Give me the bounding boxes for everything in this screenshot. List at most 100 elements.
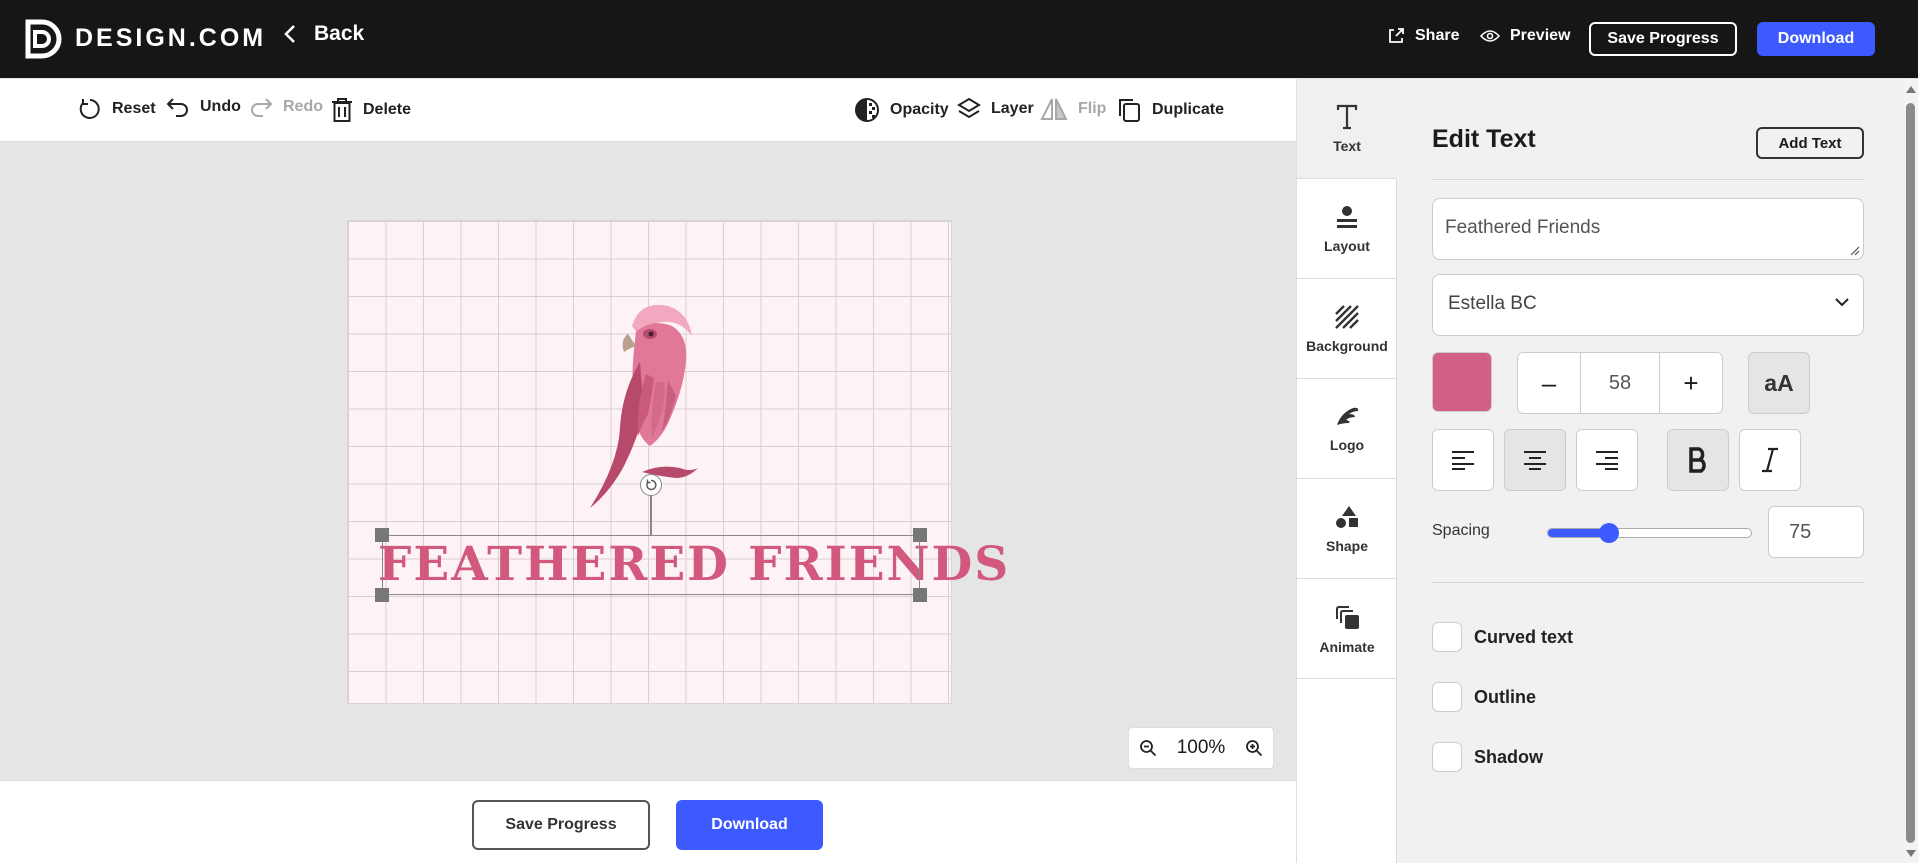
tab-background-label: Background <box>1306 337 1388 354</box>
spacing-label: Spacing <box>1432 522 1490 539</box>
text-case-button[interactable]: aA <box>1748 352 1810 414</box>
text-content-input[interactable]: Feathered Friends <box>1432 198 1864 260</box>
download-button-top[interactable]: Download <box>1757 22 1875 56</box>
undo-button[interactable]: Undo <box>166 97 241 117</box>
undo-label: Undo <box>200 98 241 115</box>
font-size-value[interactable]: 58 <box>1580 353 1660 413</box>
resize-handle-bottom-right[interactable] <box>913 588 927 602</box>
save-progress-button-top[interactable]: Save Progress <box>1589 22 1737 56</box>
redo-button[interactable]: Redo <box>249 97 323 117</box>
italic-icon <box>1762 447 1778 473</box>
scroll-up-arrow[interactable] <box>1906 86 1916 93</box>
artboard[interactable]: FEATHERED FRIENDS <box>347 220 1008 704</box>
side-tabs: Text Layout Background Logo Shape Animat… <box>1296 79 1397 863</box>
download-button[interactable]: Download <box>676 800 823 850</box>
back-button[interactable]: Back <box>284 22 364 46</box>
shadow-option[interactable]: Shadow <box>1432 742 1543 772</box>
tab-shape[interactable]: Shape <box>1297 479 1397 579</box>
share-label: Share <box>1415 27 1460 44</box>
eye-icon <box>1480 30 1500 42</box>
zoom-control: 100% <box>1128 727 1274 769</box>
design-com-logo[interactable] <box>24 18 62 60</box>
selection-box <box>382 535 920 595</box>
scrollbar-thumb[interactable] <box>1906 103 1915 843</box>
zoom-in-icon[interactable] <box>1245 739 1263 757</box>
align-center-button[interactable] <box>1504 429 1566 491</box>
tab-text-label: Text <box>1333 137 1361 154</box>
curved-text-checkbox[interactable] <box>1432 622 1462 652</box>
share-icon <box>1389 28 1404 43</box>
resize-handle-top-left[interactable] <box>375 528 389 542</box>
resize-handle-top-right[interactable] <box>913 528 927 542</box>
logo-icon <box>1337 407 1359 425</box>
outline-checkbox[interactable] <box>1432 682 1462 712</box>
layers-icon <box>957 97 981 119</box>
add-text-button[interactable]: Add Text <box>1756 127 1864 159</box>
resize-grip-icon[interactable] <box>1850 246 1860 256</box>
chevron-left-icon <box>284 25 295 43</box>
animate-icon <box>1336 605 1359 629</box>
align-right-button[interactable] <box>1576 429 1638 491</box>
preview-button[interactable]: Preview <box>1480 27 1570 45</box>
divider <box>1432 582 1864 583</box>
trash-icon <box>332 98 352 122</box>
font-family-select[interactable]: Estella BC <box>1432 274 1864 336</box>
background-icon <box>1335 304 1359 329</box>
duplicate-icon <box>1119 99 1140 122</box>
flip-button[interactable]: Flip <box>1040 97 1106 121</box>
back-label: Back <box>314 22 365 45</box>
opacity-label: Opacity <box>890 101 949 118</box>
share-button[interactable]: Share <box>1387 27 1459 45</box>
rotate-handle[interactable] <box>640 474 662 496</box>
canvas-area: FEATHERED FRIENDS 100% <box>0 143 1296 779</box>
bold-button[interactable] <box>1667 429 1729 491</box>
italic-button[interactable] <box>1739 429 1801 491</box>
tab-logo-label: Logo <box>1329 436 1365 453</box>
curved-text-label: Curved text <box>1474 626 1574 647</box>
layout-icon <box>1337 205 1357 228</box>
delete-button[interactable]: Delete <box>331 97 411 123</box>
reset-label: Reset <box>112 100 156 117</box>
edit-toolbar: Reset Undo Redo Delete Opacity Layer Fli… <box>0 79 1296 142</box>
tab-layout[interactable]: Layout <box>1297 179 1397 279</box>
spacing-slider[interactable] <box>1547 523 1752 543</box>
font-family-value: Estella BC <box>1448 293 1537 314</box>
outline-option[interactable]: Outline <box>1432 682 1536 712</box>
spacing-slider-knob[interactable] <box>1598 523 1619 543</box>
tab-text[interactable]: Text <box>1297 79 1397 179</box>
resize-handle-bottom-left[interactable] <box>375 588 389 602</box>
redo-label: Redo <box>283 98 323 115</box>
reset-button[interactable]: Reset <box>78 97 156 121</box>
curved-text-option[interactable]: Curved text <box>1432 622 1573 652</box>
layer-label: Layer <box>991 100 1034 117</box>
divider <box>1432 179 1864 180</box>
rotate-icon <box>646 479 657 491</box>
decrease-size-button[interactable]: – <box>1518 353 1580 413</box>
layer-button[interactable]: Layer <box>957 97 1034 121</box>
text-icon <box>1336 104 1358 129</box>
edit-text-panel: Edit Text Add Text Feathered Friends Est… <box>1397 79 1903 863</box>
outline-label: Outline <box>1474 686 1536 707</box>
panel-scrollbar[interactable] <box>1903 79 1918 863</box>
tab-animate[interactable]: Animate <box>1297 579 1397 679</box>
tab-logo[interactable]: Logo <box>1297 379 1397 479</box>
align-left-button[interactable] <box>1432 429 1494 491</box>
scroll-down-arrow[interactable] <box>1906 850 1916 857</box>
text-color-swatch[interactable] <box>1432 352 1492 412</box>
spacing-value-input[interactable]: 75 <box>1768 506 1864 558</box>
save-progress-button[interactable]: Save Progress <box>472 800 650 850</box>
top-bar: DESIGN.COM Back Share Preview Save Progr… <box>0 0 1918 78</box>
shadow-checkbox[interactable] <box>1432 742 1462 772</box>
flip-label: Flip <box>1078 100 1107 117</box>
preview-label: Preview <box>1510 27 1571 44</box>
opacity-button[interactable]: Opacity <box>854 97 949 123</box>
align-left-icon <box>1452 451 1474 470</box>
duplicate-button[interactable]: Duplicate <box>1116 97 1224 123</box>
case-icon: aA <box>1764 369 1794 396</box>
increase-size-button[interactable]: + <box>1660 353 1722 413</box>
duplicate-label: Duplicate <box>1152 101 1225 118</box>
tab-background[interactable]: Background <box>1297 279 1397 379</box>
zoom-out-icon[interactable] <box>1139 739 1157 757</box>
panel-title: Edit Text <box>1432 125 1536 153</box>
undo-icon <box>166 98 188 117</box>
